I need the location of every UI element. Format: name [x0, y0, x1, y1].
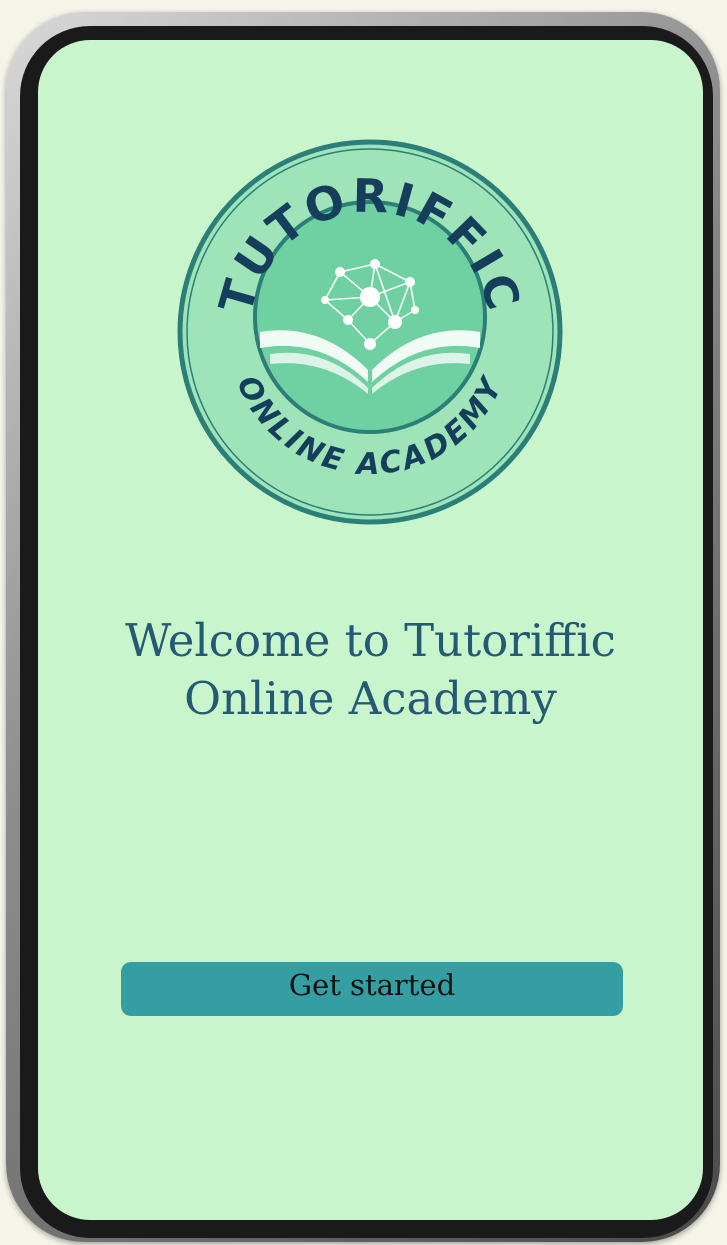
academy-logo: TUTORIFFIC ONLINE ACADEMY — [177, 139, 563, 525]
welcome-line-2: Online Academy — [184, 672, 557, 725]
welcome-line-1: Welcome to Tutoriffic — [125, 614, 616, 667]
app-screen: TUTORIFFIC ONLINE ACADEMY Welcome to Tut… — [38, 40, 703, 1220]
page: TUTORIFFIC ONLINE ACADEMY Welcome to Tut… — [0, 0, 727, 1245]
get-started-button[interactable]: Get started — [121, 962, 623, 1016]
welcome-heading: Welcome to Tutoriffic Online Academy — [38, 612, 703, 728]
